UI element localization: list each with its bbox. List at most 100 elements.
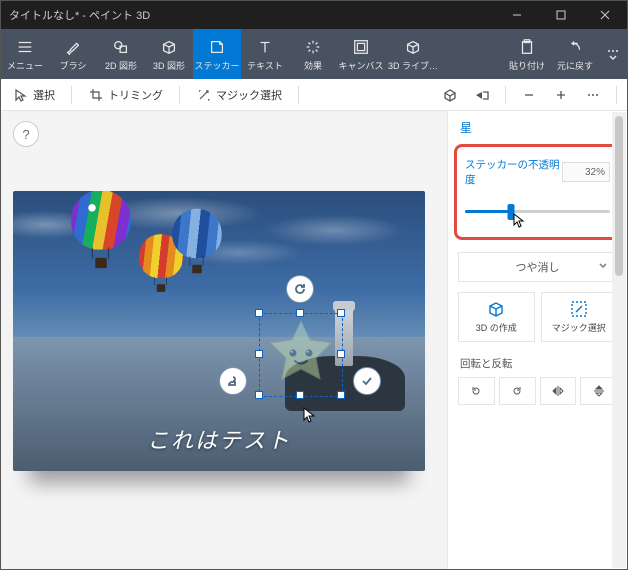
rotflip-label: 回転と反転 — [460, 356, 615, 371]
opt-more[interactable] — [580, 82, 606, 108]
minimize-button[interactable] — [495, 1, 539, 29]
ribbon-label: キャンバス — [338, 59, 383, 72]
opacity-value[interactable]: 32% — [562, 162, 610, 182]
ribbon-label: メニュー — [7, 59, 43, 72]
ribbon-brush[interactable]: ブラシ — [49, 29, 97, 79]
ribbon: メニュー ブラシ 2D 図形 3D 図形 ステッカー テキスト 効果 キャンバス… — [1, 29, 627, 79]
magic-icon — [196, 87, 212, 103]
close-button[interactable] — [583, 1, 627, 29]
ribbon-undo[interactable]: 元に戻す — [551, 29, 599, 79]
slider-fill — [465, 210, 511, 213]
separator — [616, 86, 617, 104]
mouse-cursor-icon — [513, 213, 525, 232]
opt-label: マジック選択 — [216, 87, 282, 103]
canvas-icon — [351, 37, 371, 57]
magic-select-button[interactable]: マジック選択 — [541, 292, 618, 342]
canvas-image[interactable]: これはテスト — [13, 191, 425, 471]
ribbon-2d[interactable]: 2D 図形 — [97, 29, 145, 79]
magic-select-icon — [570, 300, 588, 318]
opt-view3d[interactable] — [437, 82, 463, 108]
ribbon-label: ブラシ — [60, 59, 87, 72]
opt-zoom-out[interactable] — [516, 82, 542, 108]
titlebar: タイトルなし* - ペイント 3D — [1, 1, 627, 29]
resize-handle[interactable] — [337, 350, 345, 358]
chevron-down-icon — [603, 44, 623, 64]
menu-icon — [15, 37, 35, 57]
chevron-down-icon — [598, 261, 608, 274]
sticker-icon — [207, 37, 227, 57]
separator — [71, 86, 72, 104]
ribbon-more[interactable] — [599, 29, 627, 79]
ribbon-label: テキスト — [247, 59, 283, 72]
separator — [179, 86, 180, 104]
opt-select[interactable]: 選択 — [7, 83, 61, 107]
rotate-ccw-button[interactable] — [458, 377, 495, 405]
ribbon-text[interactable]: テキスト — [241, 29, 289, 79]
shapes3d-icon — [159, 37, 179, 57]
opacity-label: ステッカーの不透明度 — [465, 157, 562, 187]
resize-handle[interactable] — [296, 391, 304, 399]
stamp-button[interactable] — [219, 367, 247, 395]
resize-handle[interactable] — [296, 309, 304, 317]
separator — [298, 86, 299, 104]
maximize-button[interactable] — [539, 1, 583, 29]
opt-zoom-in[interactable] — [548, 82, 574, 108]
canvas-area[interactable]: ? — [1, 111, 447, 569]
panel-header: 星 — [448, 111, 627, 144]
cube-icon — [487, 300, 505, 318]
resize-handle[interactable] — [337, 391, 345, 399]
opt-label: トリミング — [108, 87, 163, 103]
commit-button[interactable] — [353, 367, 381, 395]
opacity-slider[interactable] — [465, 199, 610, 223]
ribbon-3d[interactable]: 3D 図形 — [145, 29, 193, 79]
resize-handle[interactable] — [255, 309, 263, 317]
ribbon-effects[interactable]: 効果 — [289, 29, 337, 79]
ribbon-sticker[interactable]: ステッカー — [193, 29, 241, 79]
options-bar: 選択 トリミング マジック選択 — [1, 79, 627, 111]
opt-magic-select[interactable]: マジック選択 — [190, 83, 288, 107]
ribbon-canvas[interactable]: キャンバス — [337, 29, 385, 79]
sticker-selection[interactable] — [245, 299, 355, 409]
tool-label: マジック選択 — [552, 321, 606, 334]
balloon — [71, 191, 131, 268]
flip-horizontal-button[interactable] — [540, 377, 577, 405]
ribbon-label: 3D 図形 — [153, 59, 185, 72]
separator — [505, 86, 506, 104]
text-icon — [255, 37, 275, 57]
help-button[interactable]: ? — [13, 121, 39, 147]
opacity-section: ステッカーの不透明度 32% — [454, 144, 621, 240]
ribbon-paste[interactable]: 貼り付け — [503, 29, 551, 79]
resize-handle[interactable] — [255, 350, 263, 358]
ribbon-3dlibrary[interactable]: 3D ライブ… — [385, 29, 441, 79]
paste-icon — [517, 37, 537, 57]
undo-icon — [565, 37, 585, 57]
accordion-label: つや消し — [516, 259, 560, 275]
opt-label: 選択 — [33, 87, 55, 103]
ribbon-label: 2D 図形 — [105, 59, 137, 72]
ribbon-menu[interactable]: メニュー — [1, 29, 49, 79]
ribbon-label: 貼り付け — [509, 59, 545, 72]
cursor-icon — [13, 87, 29, 103]
ribbon-label: 効果 — [304, 59, 322, 72]
effects-icon — [303, 37, 323, 57]
panel-scrollbar[interactable] — [612, 112, 626, 568]
matte-accordion[interactable]: つや消し — [458, 252, 617, 282]
selection-box[interactable] — [259, 313, 343, 397]
balloon — [172, 209, 221, 274]
opt-mixedreality[interactable] — [469, 82, 495, 108]
opt-crop[interactable]: トリミング — [82, 83, 169, 107]
make-3d-button[interactable]: 3D の作成 — [458, 292, 535, 342]
brush-icon — [63, 37, 83, 57]
ribbon-label: 元に戻す — [557, 59, 593, 72]
shapes2d-icon — [111, 37, 131, 57]
canvas-text: これはテスト — [13, 423, 425, 455]
side-panel: 星 ステッカーの不透明度 32% つや消し 3D の作成 — [447, 111, 627, 569]
tool-label: 3D の作成 — [476, 321, 517, 334]
help-icon: ? — [22, 127, 29, 142]
resize-handle[interactable] — [255, 391, 263, 399]
rotate-cw-button[interactable] — [499, 377, 536, 405]
rotate-button[interactable] — [286, 275, 314, 303]
crop-icon — [88, 87, 104, 103]
scrollbar-thumb[interactable] — [615, 116, 623, 276]
resize-handle[interactable] — [337, 309, 345, 317]
